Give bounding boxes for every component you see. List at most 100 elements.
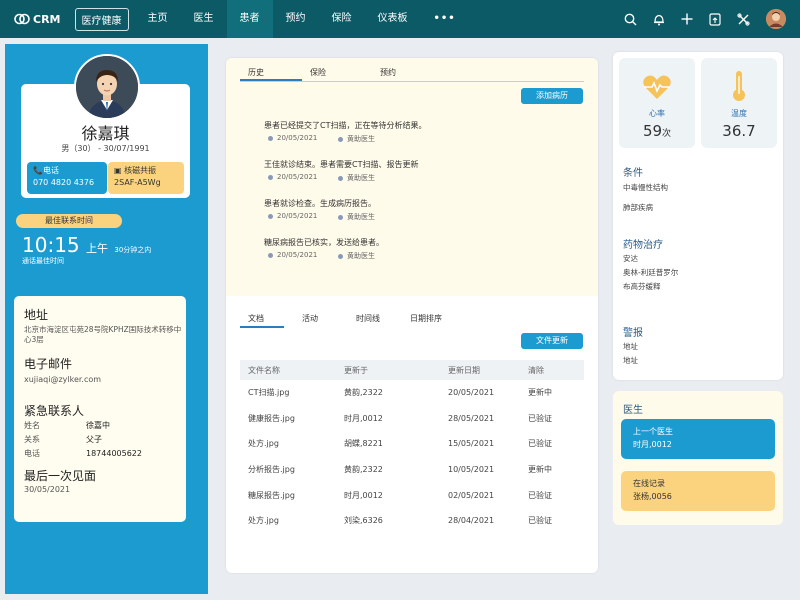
cell-status: 更新中 — [528, 388, 552, 398]
table-row[interactable]: CT扫描.jpg 黄韵,2322 20/05/2021 更新中 — [240, 380, 584, 406]
heart-rate-number: 59 — [642, 122, 663, 140]
cell-status: 已验证 — [528, 413, 552, 423]
alert-item: 地址 — [623, 342, 638, 351]
alert-item: 地址 — [623, 356, 638, 365]
phone-chip[interactable]: 📞电话 070 4820 4376 — [27, 162, 107, 194]
cell-filename[interactable]: 处方.jpg — [240, 438, 344, 449]
doctor-dot-icon — [338, 175, 343, 181]
cell-status: 已验证 — [528, 439, 552, 449]
cell-filename[interactable]: 处方.jpg — [240, 515, 344, 526]
search-icon[interactable] — [624, 13, 637, 26]
nav-tab-appointments[interactable]: 预约 — [273, 0, 319, 38]
timeline-item[interactable]: 患者就诊检查。生成病历报告。 20/05/2021 黄助医生 — [264, 198, 584, 237]
online-record-label: 在线记录 — [633, 479, 665, 488]
medication-item: 布高芬缓释 — [623, 282, 661, 291]
nav-tab-patients[interactable]: 患者 — [226, 0, 273, 38]
header-updated-date[interactable]: 更新日期 — [448, 365, 528, 376]
table-row[interactable]: 处方.jpg 胡蝶,8221 15/05/2021 已验证 — [240, 431, 584, 457]
date-dot-icon — [268, 135, 273, 141]
doctor-title: 医生 — [623, 405, 643, 416]
upload-icon[interactable] — [709, 12, 721, 26]
header-status[interactable]: 清除 — [528, 365, 584, 376]
contact-time-relative: 30分钟之内 — [114, 246, 152, 254]
cell-filename[interactable]: 分析报告.jpg — [240, 464, 344, 475]
tab-activity[interactable]: 活动 — [294, 310, 338, 328]
add-icon[interactable] — [681, 13, 693, 25]
nav-tab-home[interactable]: 主页 — [135, 0, 181, 38]
cell-status: 已验证 — [528, 516, 552, 526]
phone-number: 070 4820 4376 — [33, 178, 95, 187]
address-value: 北京市海淀区屯苑28号院KPHZ国际技术转移中心3层 — [24, 325, 182, 344]
email-value[interactable]: xujiaqi@zylker.com — [24, 375, 176, 384]
timeline-meta: 20/05/2021 黄助医生 — [264, 251, 584, 261]
nav-more-button[interactable]: ••• — [421, 0, 469, 38]
add-record-button[interactable]: 添加病历 — [521, 88, 583, 104]
history-tabs: 历史 保险 预约 — [240, 64, 584, 82]
patient-name: 徐嘉琪 — [81, 124, 130, 143]
mri-chip[interactable]: ▣ 核磁共振 2SAF-A5Wg — [108, 162, 184, 194]
table-row[interactable]: 糖尿报告.jpg 时月,0012 02/05/2021 已验证 — [240, 482, 584, 508]
contact-time-value: 10:15 — [22, 233, 80, 257]
tab-documents[interactable]: 文档 — [240, 310, 284, 328]
tab-timeline[interactable]: 时间线 — [348, 310, 392, 328]
online-record-name: 张杨,0056 — [633, 492, 672, 501]
scan-icon: ▣ — [114, 166, 125, 175]
emergency-value: 徐嘉中 — [86, 421, 110, 430]
crm-logo[interactable]: CRM — [14, 13, 61, 26]
conditions-title: 条件 — [623, 168, 643, 179]
online-record-card[interactable]: 在线记录 张杨,0056 — [621, 471, 775, 511]
timeline-item[interactable]: 糖尿病报告已核实，发送给患者。 20/05/2021 黄助医生 — [264, 237, 584, 276]
cell-status: 已验证 — [528, 490, 552, 500]
phone-label: 电话 — [42, 166, 59, 175]
mri-label: 核磁共振 — [124, 166, 157, 175]
tab-date-sort[interactable]: 日期排序 — [402, 310, 450, 328]
timeline-item[interactable]: 患者已经提交了CT扫描，正在等待分析结果。 20/05/2021 黄助医生 — [264, 120, 584, 159]
contact-time-subtitle: 通话最佳时间 — [22, 257, 64, 265]
cell-filename[interactable]: 健康报告.jpg — [240, 413, 344, 424]
timeline-meta: 20/05/2021 黄助医生 — [264, 173, 584, 183]
user-avatar[interactable] — [766, 9, 786, 29]
contact-time-ampm: 上午 — [86, 242, 108, 255]
emergency-key: 姓名 — [24, 421, 40, 430]
emergency-key: 关系 — [24, 435, 40, 444]
table-row[interactable]: 分析报告.jpg 黄韵,2322 10/05/2021 更新中 — [240, 457, 584, 483]
cell-filename[interactable]: 糖尿报告.jpg — [240, 490, 344, 501]
table-row[interactable]: 处方.jpg 刘染,6326 28/04/2021 已验证 — [240, 508, 584, 534]
nav-tab-insurance[interactable]: 保险 — [319, 0, 365, 38]
tools-icon[interactable] — [737, 12, 750, 26]
patient-meta: 男（30） - 30/07/1991 — [61, 144, 150, 153]
timeline-date: 20/05/2021 — [277, 251, 318, 259]
nav-tab-doctors[interactable]: 医生 — [181, 0, 227, 38]
top-navigation: CRM 医疗健康 主页 医生 患者 预约 保险 仪表板 ••• — [0, 0, 800, 38]
condition-item: 中毒慢性结构 — [623, 183, 668, 192]
crm-logo-icon — [14, 13, 30, 25]
nav-tab-dashboard[interactable]: 仪表板 — [365, 0, 421, 38]
previous-doctor-name: 时月,0012 — [633, 440, 672, 449]
cell-filename[interactable]: CT扫描.jpg — [240, 387, 344, 398]
temperature-card[interactable]: 温度 36.7 — [701, 58, 777, 148]
timeline-item[interactable]: 王佳就诊结束。患者需要CT扫描、报告更新 20/05/2021 黄助医生 — [264, 159, 584, 198]
documents-table: 文件名称 更新于 更新日期 清除 CT扫描.jpg 黄韵,2322 20/05/… — [240, 360, 584, 534]
module-switcher-button[interactable]: 医疗健康 — [74, 7, 129, 31]
bell-icon[interactable] — [653, 13, 665, 26]
previous-doctor-card[interactable]: 上一个医生 时月,0012 — [621, 419, 775, 459]
emergency-row: 关系 父子 — [24, 433, 176, 447]
emergency-value[interactable]: 18744005622 — [86, 447, 142, 461]
nav-tabs: 主页 医生 患者 预约 保险 仪表板 ••• — [135, 0, 469, 38]
tab-appointments[interactable]: 预约 — [372, 64, 404, 81]
doctor-dot-icon — [338, 136, 343, 142]
alerts-title: 警报 — [623, 328, 643, 339]
update-file-button[interactable]: 文件更新 — [521, 333, 583, 349]
timeline-title: 患者已经提交了CT扫描，正在等待分析结果。 — [264, 121, 427, 130]
heart-rate-card[interactable]: 心率 59次 — [619, 58, 695, 148]
heart-rate-value: 59次 — [619, 122, 695, 140]
timeline-title: 王佳就诊结束。患者需要CT扫描、报告更新 — [264, 160, 419, 169]
date-dot-icon — [268, 252, 273, 258]
table-row[interactable]: 健康报告.jpg 时月,0012 28/05/2021 已验证 — [240, 406, 584, 432]
timeline-title: 糖尿病报告已核实，发送给患者。 — [264, 238, 384, 247]
tab-history[interactable]: 历史 — [240, 64, 302, 81]
header-filename[interactable]: 文件名称 — [240, 365, 344, 376]
header-updated-by[interactable]: 更新于 — [344, 365, 448, 376]
cell-date: 28/05/2021 — [448, 413, 495, 423]
tab-insurance[interactable]: 保险 — [302, 64, 372, 81]
